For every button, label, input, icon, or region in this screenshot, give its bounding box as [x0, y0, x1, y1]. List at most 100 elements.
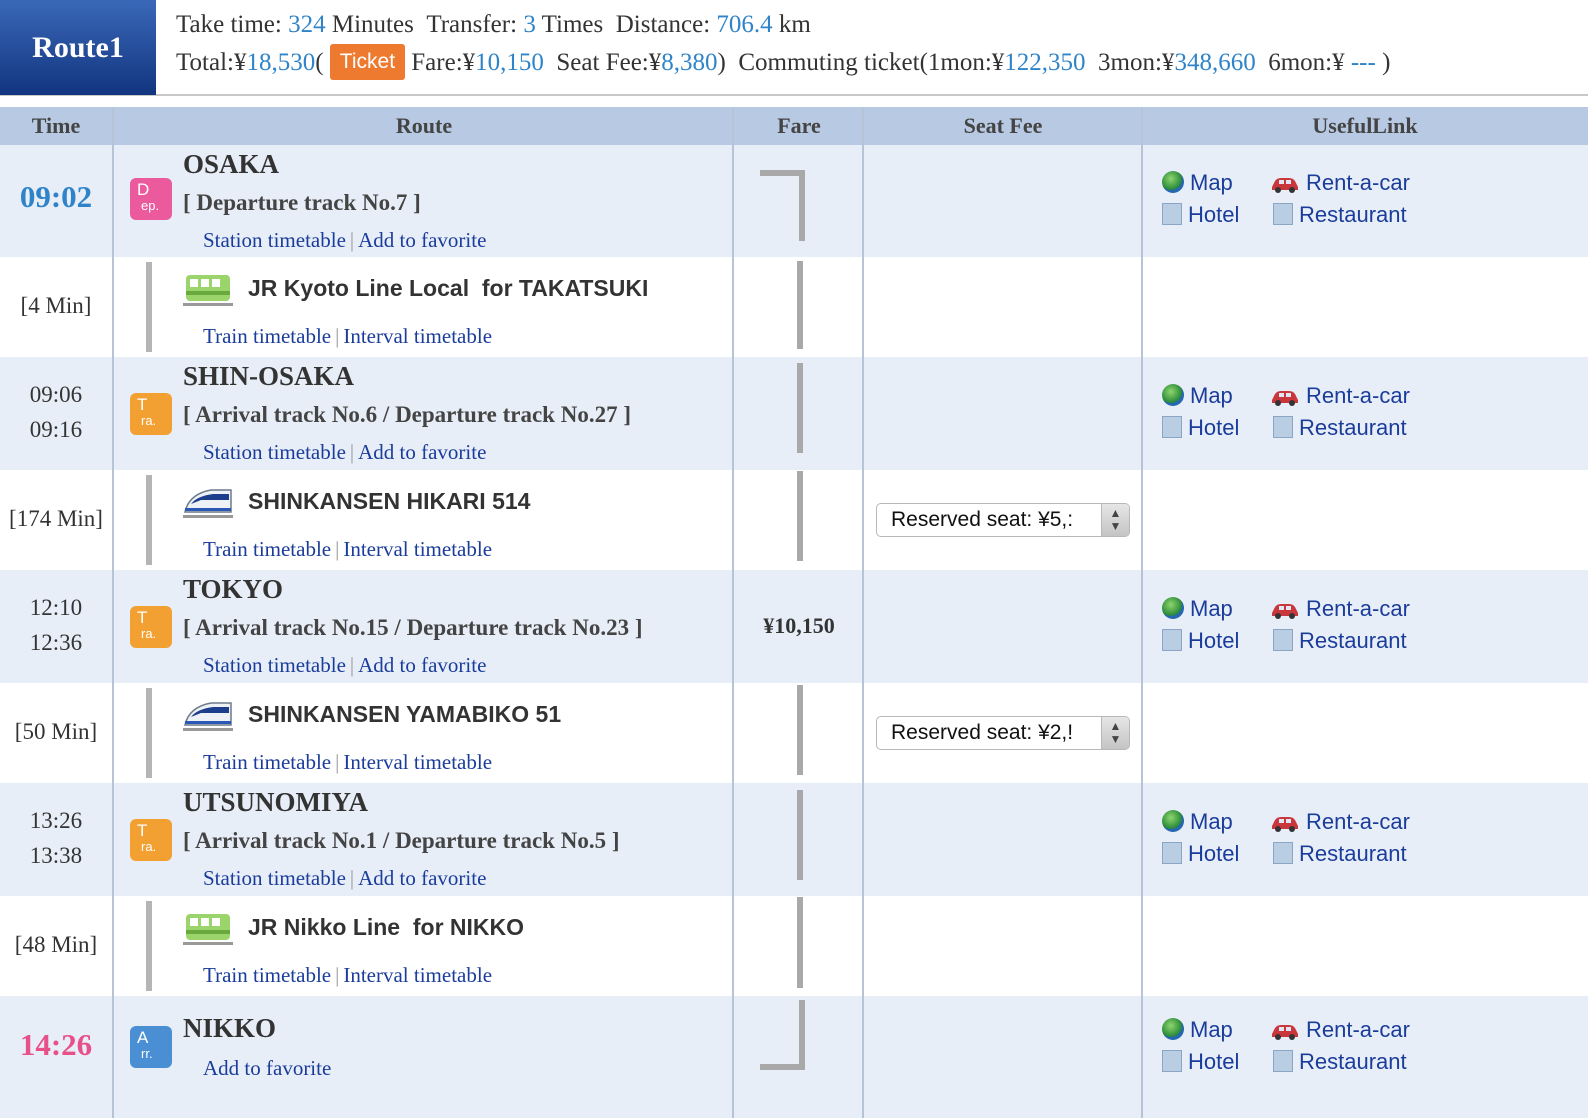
map-link-label: Map — [1190, 809, 1233, 834]
rent-a-car-link[interactable]: Rent-a-car — [1270, 596, 1410, 622]
map-link[interactable]: Map — [1162, 809, 1233, 835]
station-timetable-link[interactable]: Station timetable — [203, 228, 346, 252]
building-icon — [1273, 1050, 1293, 1073]
hotel-link-label: Hotel — [1188, 628, 1240, 653]
rent-a-car-link[interactable]: Rent-a-car — [1270, 1017, 1410, 1043]
ticket-button[interactable]: Ticket — [329, 44, 406, 81]
restaurant-link-label: Restaurant — [1299, 841, 1407, 866]
interval-timetable-link[interactable]: Interval timetable — [343, 963, 492, 987]
interval-timetable-link[interactable]: Interval timetable — [343, 537, 492, 561]
map-link[interactable]: Map — [1162, 383, 1233, 409]
transfer-unit: Times — [541, 11, 604, 38]
map-link-label: Map — [1190, 1017, 1233, 1042]
shinkansen-icon — [183, 489, 233, 518]
add-favorite-link[interactable]: Add to favorite — [358, 440, 486, 464]
route-line — [146, 688, 152, 778]
hotel-link-label: Hotel — [1188, 202, 1240, 227]
train-timetable-link[interactable]: Train timetable — [203, 537, 331, 561]
rent-a-car-link[interactable]: Rent-a-car — [1270, 809, 1410, 835]
departure-time: 13:38 — [29, 843, 83, 868]
hotel-link[interactable]: Hotel — [1162, 415, 1239, 441]
segment-duration: [50 Min] — [14, 719, 98, 744]
station-name[interactable]: NIKKO — [183, 1013, 276, 1044]
arrival-icon: Arr. — [130, 1026, 172, 1068]
seat-fee-select[interactable]: Reserved seat: ¥2,! ▲ ▼ — [876, 716, 1130, 750]
station-name[interactable]: SHIN-OSAKA — [183, 361, 354, 392]
building-icon — [1162, 1050, 1182, 1073]
seat-fee-select-value: Reserved seat: ¥5,: — [891, 508, 1074, 531]
restaurant-link[interactable]: Restaurant — [1273, 841, 1407, 867]
restaurant-link[interactable]: Restaurant — [1273, 415, 1407, 441]
station-track: [ Departure track No.7 ] — [183, 190, 421, 215]
route-table: Time Route Fare Seat Fee UsefulLink — [0, 107, 1588, 145]
map-link[interactable]: Map — [1162, 596, 1233, 622]
col-time: Time — [31, 113, 81, 138]
rent-a-car-link[interactable]: Rent-a-car — [1270, 383, 1410, 409]
seat-fee-value: 8,380 — [661, 49, 718, 76]
transfer-icon: Tra. — [130, 819, 172, 861]
arrival-time: 14:26 — [19, 1027, 93, 1062]
departure-time: 12:36 — [29, 630, 83, 655]
hotel-link[interactable]: Hotel — [1162, 1049, 1239, 1075]
train-links: Train timetable | Interval timetable — [203, 963, 493, 987]
add-favorite-link[interactable]: Add to favorite — [358, 866, 486, 890]
restaurant-link[interactable]: Restaurant — [1273, 628, 1407, 654]
commute-6mon-label: 6mon:¥ — [1268, 49, 1345, 76]
total-label: Total:¥ — [176, 49, 247, 76]
route-summary: Take time: 324 Minutes Transfer: 3 Times… — [176, 6, 1390, 82]
building-icon — [1273, 842, 1293, 865]
transfer-label: Transfer: — [426, 11, 518, 38]
hotel-link[interactable]: Hotel — [1162, 202, 1239, 228]
interval-timetable-link[interactable]: Interval timetable — [343, 324, 492, 348]
arrival-time: 13:26 — [29, 808, 83, 833]
select-arrows-icon: ▲ ▼ — [1101, 504, 1129, 536]
station-name[interactable]: TOKYO — [183, 574, 283, 605]
rent-a-car-link[interactable]: Rent-a-car — [1270, 170, 1410, 196]
take-time-value: 324 — [288, 11, 326, 38]
train-name[interactable]: JR Nikko Line for NIKKO — [248, 914, 524, 941]
commute-6mon-value: --- — [1350, 49, 1376, 76]
station-links: Station timetable | Add to favorite — [203, 653, 487, 677]
map-link[interactable]: Map — [1162, 1017, 1233, 1043]
seat-fee-select[interactable]: Reserved seat: ¥5,: ▲ ▼ — [876, 503, 1130, 537]
add-favorite-link[interactable]: Add to favorite — [358, 228, 486, 252]
commute-3mon-label: 3mon:¥ — [1098, 49, 1175, 76]
commute-3mon-value: 348,660 — [1174, 49, 1256, 76]
hotel-link[interactable]: Hotel — [1162, 628, 1239, 654]
train-name[interactable]: SHINKANSEN YAMABIKO 51 — [248, 701, 561, 728]
train-timetable-link[interactable]: Train timetable — [203, 750, 331, 774]
map-link[interactable]: Map — [1162, 170, 1233, 196]
hotel-link[interactable]: Hotel — [1162, 841, 1239, 867]
rent-a-car-link-label: Rent-a-car — [1306, 383, 1410, 408]
train-timetable-link[interactable]: Train timetable — [203, 324, 331, 348]
station-timetable-link[interactable]: Station timetable — [203, 440, 346, 464]
building-icon — [1273, 416, 1293, 439]
add-favorite-link[interactable]: Add to favorite — [358, 653, 486, 677]
shinkansen-icon — [183, 702, 233, 731]
station-timetable-link[interactable]: Station timetable — [203, 653, 346, 677]
station-name[interactable]: UTSUNOMIYA — [183, 787, 368, 818]
station-track: [ Arrival track No.1 / Departure track N… — [183, 828, 620, 853]
fare-bracket — [760, 170, 805, 1070]
table-header: Time Route Fare Seat Fee UsefulLink — [0, 107, 1588, 145]
map-link-label: Map — [1190, 596, 1233, 621]
car-icon — [1270, 812, 1300, 833]
add-favorite-link[interactable]: Add to favorite — [203, 1056, 331, 1080]
restaurant-link[interactable]: Restaurant — [1273, 1049, 1407, 1075]
globe-icon — [1162, 171, 1184, 194]
interval-timetable-link[interactable]: Interval timetable — [343, 750, 492, 774]
station-name[interactable]: OSAKA — [183, 149, 279, 180]
segment-duration: [48 Min] — [14, 932, 98, 957]
building-icon — [1273, 203, 1293, 226]
station-timetable-link[interactable]: Station timetable — [203, 866, 346, 890]
seat-fee-label: Seat Fee:¥ — [556, 49, 662, 76]
distance-label: Distance: — [615, 11, 711, 38]
globe-icon — [1162, 384, 1184, 407]
commute-1mon-value: 122,350 — [1004, 49, 1086, 76]
local-train-icon — [183, 914, 233, 945]
train-name[interactable]: SHINKANSEN HIKARI 514 — [248, 488, 530, 515]
train-name[interactable]: JR Kyoto Line Local for TAKATSUKI — [248, 275, 648, 302]
departure-time: 09:02 — [19, 179, 93, 214]
train-timetable-link[interactable]: Train timetable — [203, 963, 331, 987]
restaurant-link[interactable]: Restaurant — [1273, 202, 1407, 228]
